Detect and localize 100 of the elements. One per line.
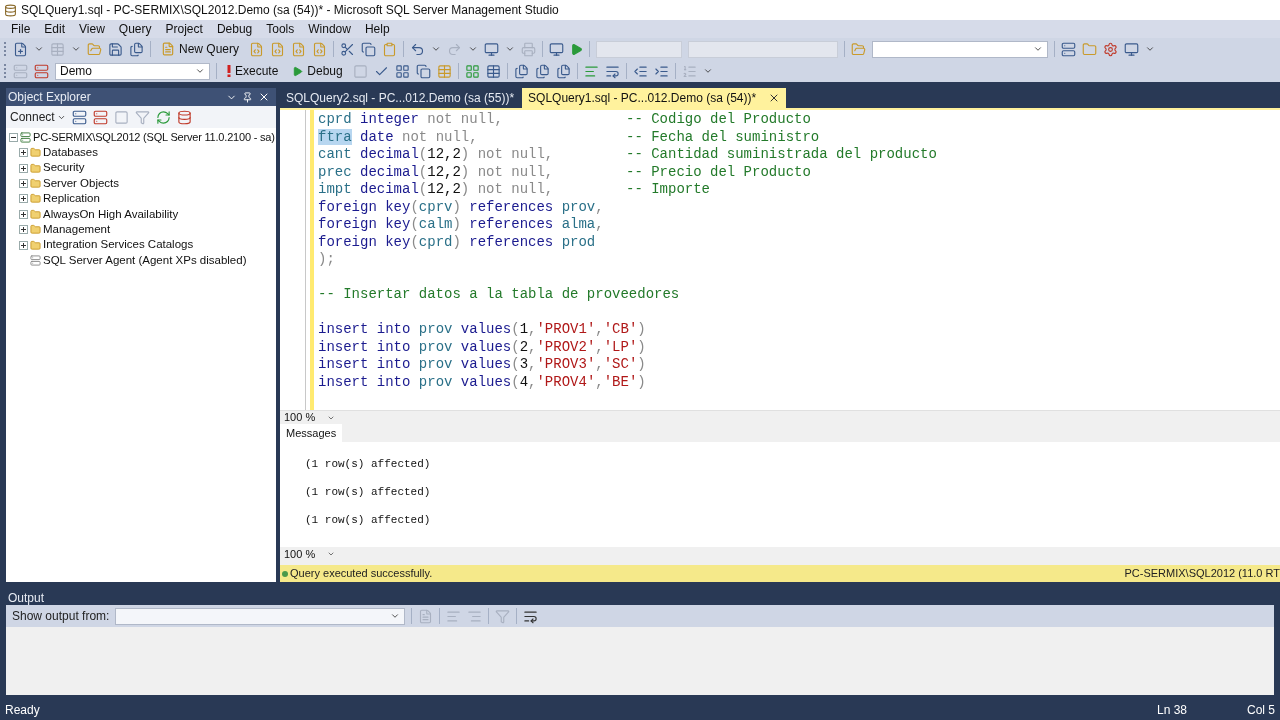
tree-item[interactable]: PC-SERMIX\SQL2012 (SQL Server 11.0.2100 - sa): [33, 128, 275, 146]
folder-icon: [30, 208, 41, 220]
success-icon: [282, 570, 288, 577]
tree-item[interactable]: Replication: [43, 190, 100, 208]
search-combo[interactable]: [872, 40, 1049, 58]
caret-icon[interactable]: [431, 44, 442, 54]
expand-icon[interactable]: [19, 225, 28, 235]
editor-tab[interactable]: SQLQuery1.sql - PC...012.Demo (sa (54))*: [522, 88, 787, 108]
server-icon[interactable]: [1061, 41, 1077, 57]
tree-item[interactable]: Management: [43, 221, 111, 239]
server-icon[interactable]: [92, 109, 108, 125]
menu-item[interactable]: Query: [111, 20, 159, 38]
outdent-icon[interactable]: [632, 63, 648, 79]
save-icon[interactable]: [108, 41, 123, 57]
code-comment: -- Importe: [626, 181, 710, 199]
folder-icon: [30, 224, 41, 236]
menu-item[interactable]: Tools: [259, 20, 302, 38]
caret-icon[interactable]: [1145, 44, 1156, 54]
output-label: Show output from:: [12, 608, 110, 625]
execute-button[interactable]: Execute: [223, 62, 283, 80]
expand-icon[interactable]: [19, 163, 28, 173]
tree-item[interactable]: AlwaysOn High Availability: [43, 205, 179, 223]
monitor-icon[interactable]: [549, 41, 565, 57]
status-message: Query executed successfully.: [290, 566, 433, 582]
files-icon[interactable]: [555, 63, 571, 79]
monitor-icon[interactable]: [1124, 41, 1140, 57]
menu-item[interactable]: Help: [357, 20, 397, 38]
app-icon: [4, 3, 17, 17]
indent-icon[interactable]: [653, 63, 669, 79]
tree-item[interactable]: SQL Server Agent (Agent XPs disabled): [43, 251, 247, 270]
tree-item[interactable]: Integration Services Catalogs: [43, 236, 194, 254]
new-project-icon[interactable]: [13, 41, 28, 57]
caret-icon[interactable]: [71, 44, 81, 54]
folder-icon: [30, 239, 41, 251]
code-line: insert into prov values(3,'PROV3','SC'): [318, 356, 646, 374]
tree-item[interactable]: Security: [43, 159, 85, 177]
code-comment: -- Precio del Producto: [626, 163, 811, 181]
expand-icon[interactable]: [19, 240, 28, 250]
caret-icon[interactable]: [34, 44, 44, 54]
server-icon[interactable]: [71, 109, 87, 125]
menu-item[interactable]: Project: [158, 20, 210, 38]
code-comment: -- Cantidad suministrada del producto: [626, 146, 937, 164]
code-line: foreign key(cprv) references prov,: [318, 198, 604, 216]
database-icon[interactable]: [176, 109, 192, 125]
status-text: Ready: [5, 702, 41, 719]
copy-icon[interactable]: [415, 63, 431, 79]
caret-icon[interactable]: [468, 44, 479, 54]
connect-button[interactable]: Connect: [10, 108, 66, 126]
pin-icon[interactable]: [242, 91, 253, 103]
menu-item[interactable]: File: [4, 20, 38, 38]
line-number: Ln 38: [1157, 702, 1189, 719]
expand-icon[interactable]: [19, 148, 28, 158]
debug-button[interactable]: Debug: [288, 62, 347, 80]
document-icon: [161, 42, 175, 56]
menu-item[interactable]: Debug: [209, 20, 260, 38]
database-select[interactable]: Demo: [55, 62, 210, 80]
table-icon[interactable]: [485, 63, 501, 79]
caret-icon[interactable]: [505, 44, 516, 54]
close-icon[interactable]: [258, 91, 270, 103]
caret-icon[interactable]: [702, 66, 713, 76]
settings-icon[interactable]: [1103, 41, 1119, 57]
grid-icon[interactable]: [464, 63, 480, 79]
code-line: ftra date not null,: [318, 128, 479, 146]
collapse-icon[interactable]: [9, 132, 18, 142]
word-wrap-icon[interactable]: [523, 608, 539, 624]
database-name: Demo: [60, 63, 92, 80]
message-text: (1 row(s) affected): [305, 485, 432, 500]
menu-item[interactable]: Edit: [37, 20, 73, 38]
code-line: -- Insertar datos a la tabla de proveedores: [318, 286, 680, 304]
cut-icon[interactable]: [340, 41, 356, 57]
files-icon[interactable]: [534, 63, 550, 79]
panel-title: Object Explorer: [8, 89, 91, 106]
undo-icon[interactable]: [410, 41, 426, 57]
filter-icon[interactable]: [134, 109, 150, 125]
code-line: prec decimal(12,2) not null,: [318, 163, 555, 181]
tree-item[interactable]: Databases: [43, 144, 98, 162]
code-line: impt decimal(12,2) not null,: [318, 181, 555, 199]
expand-icon[interactable]: [19, 209, 28, 219]
menu-item[interactable]: View: [72, 20, 112, 38]
toolbar-grip: [4, 42, 7, 56]
play-icon[interactable]: [570, 42, 584, 56]
tree-item[interactable]: Server Objects: [43, 174, 120, 193]
copy-icon[interactable]: [361, 41, 377, 57]
new-query-button[interactable]: New Query: [157, 40, 244, 58]
zoom-select[interactable]: 100 %: [284, 545, 336, 563]
save-all-icon[interactable]: [129, 41, 144, 57]
server-icon[interactable]: [34, 63, 49, 79]
editor-tab[interactable]: SQLQuery2.sql - PC...012.Demo (sa (55))*: [280, 88, 521, 108]
expand-icon[interactable]: [19, 178, 28, 188]
messages-tab[interactable]: Messages: [280, 424, 343, 442]
code-line: insert into prov values(1,'PROV1','CB'): [318, 321, 646, 339]
column-number: Col 5: [1247, 702, 1275, 719]
folder-icon: [30, 177, 41, 189]
expand-icon[interactable]: [19, 194, 28, 204]
refresh-icon[interactable]: [155, 109, 171, 125]
files-icon[interactable]: [513, 63, 529, 79]
zoom-select[interactable]: 100 %: [284, 409, 336, 426]
server-icon: [20, 131, 31, 143]
grid-icon[interactable]: [394, 63, 410, 79]
menu-item[interactable]: Window: [301, 20, 358, 38]
